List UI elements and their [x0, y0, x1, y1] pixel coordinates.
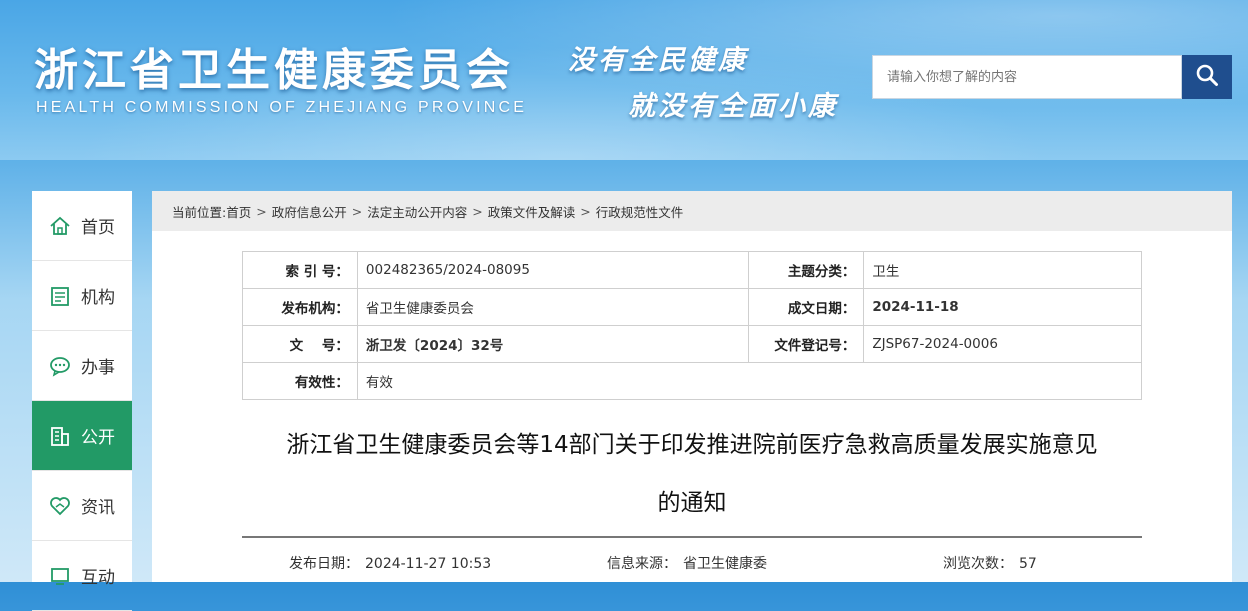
site-title[interactable]: 浙江省卫生健康委员会	[34, 34, 514, 98]
search-input[interactable]	[872, 55, 1182, 99]
breadcrumb-link-statutory[interactable]: 法定主动公开内容	[367, 202, 467, 221]
table-row: 索 引 号： 002482365/2024-08095 主题分类： 卫生	[242, 251, 1142, 289]
registration-number-value: ZJSP67-2024-0006	[863, 325, 1142, 363]
site-subtitle: HEALTH COMMISSION OF ZHEJIANG PROVINCE	[36, 99, 528, 116]
sidebar-item-disclosure[interactable]: 公开	[32, 401, 132, 471]
document-meta-table: 索 引 号： 002482365/2024-08095 主题分类： 卫生 发布机…	[242, 251, 1143, 400]
publish-date: 发布日期： 2024-11-27 10:53	[289, 553, 491, 573]
breadcrumb-separator: >	[256, 203, 267, 219]
screen-icon	[49, 565, 71, 587]
topic-label: 主题分类：	[748, 251, 865, 289]
view-count-value: 57	[1019, 556, 1037, 572]
breadcrumb-separator: >	[472, 203, 483, 219]
document-number-value: 浙卫发〔2024〕32号	[356, 325, 750, 363]
slogan-line-1: 没有全民健康	[568, 45, 748, 76]
site-header: 浙江省卫生健康委员会 HEALTH COMMISSION OF ZHEJIANG…	[0, 0, 1248, 160]
publisher-value: 省卫生健康委员会	[356, 288, 750, 326]
breadcrumb-separator: >	[580, 203, 591, 219]
search-button[interactable]	[1182, 55, 1232, 99]
sidebar-item-label: 机构	[81, 288, 115, 308]
document-title-line-1: 浙江省卫生健康委员会等14部门关于印发推进院前医疗急救高质量发展实施意见	[286, 432, 1098, 458]
publisher-label: 发布机构：	[242, 288, 358, 326]
title-divider	[242, 536, 1142, 538]
validity-label: 有效性：	[242, 362, 358, 400]
building-icon	[49, 425, 71, 447]
sidebar-item-label: 资讯	[81, 498, 115, 518]
registration-number-label: 文件登记号：	[748, 325, 865, 363]
home-icon	[49, 215, 71, 237]
table-row: 有效性： 有效	[242, 362, 1143, 400]
document-title: 浙江省卫生健康委员会等14部门关于印发推进院前医疗急救高质量发展实施意见 的通知	[242, 416, 1142, 532]
document-number-label: 文 号：	[242, 325, 358, 363]
sidebar-item-label: 公开	[81, 428, 115, 448]
search-icon	[1195, 63, 1219, 91]
slogan-line-2: 就没有全面小康	[628, 91, 838, 122]
breadcrumb: 当前位置: 首页 > 政府信息公开 > 法定主动公开内容 > 政策文件及解读 >…	[152, 191, 1232, 231]
breadcrumb-link-policy[interactable]: 政策文件及解读	[488, 202, 576, 221]
sidebar-item-news[interactable]: 资讯	[32, 471, 132, 541]
breadcrumb-separator: >	[351, 203, 363, 219]
handshake-icon	[49, 495, 71, 517]
sidebar-item-services[interactable]: 办事	[32, 331, 132, 401]
sidebar-item-organization[interactable]: 机构	[32, 261, 132, 331]
sidebar-nav: 首页 机构 办事 公开 资讯 互动	[32, 191, 132, 611]
info-source-label: 信息来源：	[607, 556, 677, 572]
validity-value: 有效	[356, 362, 1143, 400]
created-date-value: 2024-11-18	[863, 288, 1142, 326]
info-source-value: 省卫生健康委	[683, 556, 767, 572]
view-count-label: 浏览次数：	[943, 556, 1013, 572]
document-title-line-2: 的通知	[657, 490, 727, 516]
content-panel: 当前位置: 首页 > 政府信息公开 > 法定主动公开内容 > 政策文件及解读 >…	[152, 191, 1232, 582]
sidebar-item-label: 互动	[81, 568, 115, 588]
publish-date-label: 发布日期：	[289, 556, 359, 572]
breadcrumb-prefix: 当前位置:	[172, 204, 227, 220]
topic-value: 卫生	[863, 251, 1142, 289]
view-count: 浏览次数： 57	[943, 553, 1037, 573]
sidebar-item-interaction[interactable]: 互动	[32, 541, 132, 611]
sidebar-item-label: 办事	[81, 358, 115, 378]
breadcrumb-link-gov-info[interactable]: 政府信息公开	[272, 202, 347, 221]
breadcrumb-link-home[interactable]: 首页	[226, 202, 251, 221]
info-source: 信息来源： 省卫生健康委	[607, 553, 767, 573]
index-label: 索 引 号：	[242, 251, 358, 289]
created-date-label: 成文日期：	[748, 288, 865, 326]
index-value: 002482365/2024-08095	[356, 251, 750, 289]
chat-icon	[49, 355, 71, 377]
document-icon	[49, 285, 71, 307]
table-row: 文 号： 浙卫发〔2024〕32号 文件登记号： ZJSP67-2024-000…	[242, 325, 1142, 363]
breadcrumb-link-normative[interactable]: 行政规范性文件	[596, 202, 684, 221]
sidebar-item-label: 首页	[81, 218, 115, 238]
sidebar-item-home[interactable]: 首页	[32, 191, 132, 261]
publish-date-value: 2024-11-27 10:53	[365, 556, 492, 572]
table-row: 发布机构： 省卫生健康委员会 成文日期： 2024-11-18	[242, 288, 1142, 326]
